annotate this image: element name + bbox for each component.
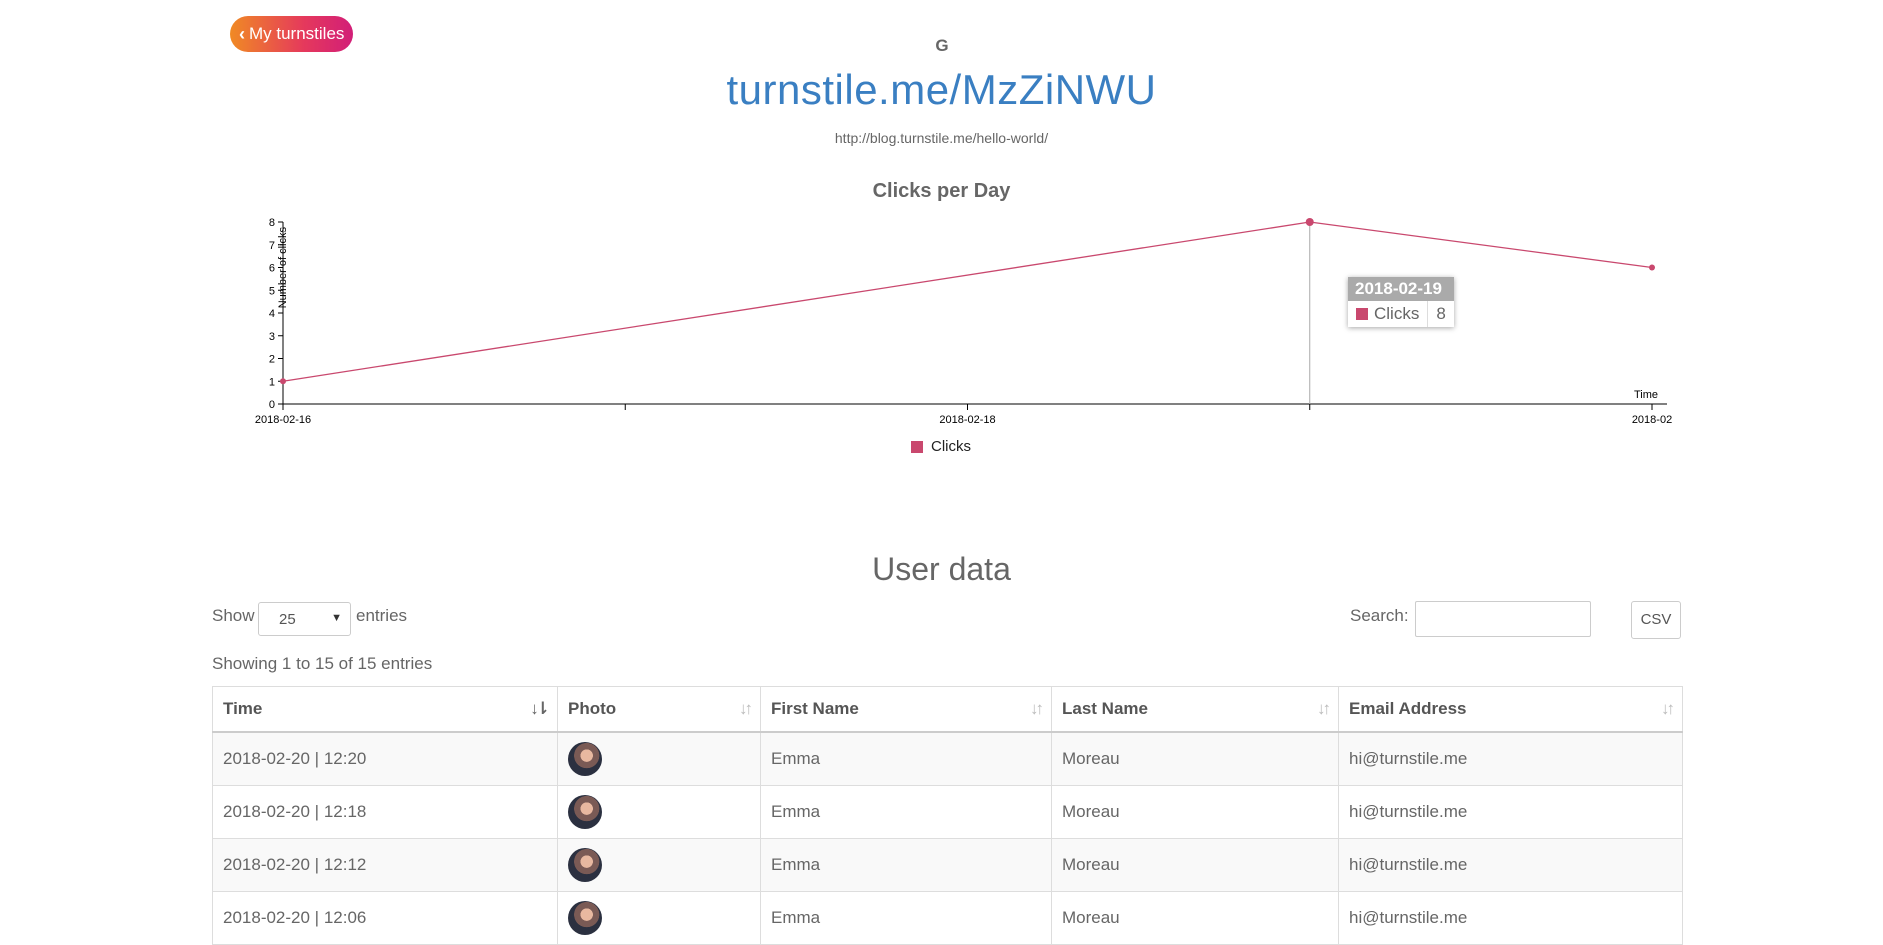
clicks-chart: 012345678Number of clicks2018-02-16 2018-…	[255, 217, 1672, 426]
page-length-select[interactable]: 25 ▼	[258, 602, 351, 636]
sort-icon: ↓↑	[1317, 699, 1331, 718]
y-tick-label: 3	[269, 331, 275, 343]
x-tick-label: 2018-02-18	[939, 414, 995, 426]
column-header-last-name[interactable]: Last Name ↓↑	[1051, 686, 1339, 733]
column-header-time[interactable]: Time ↓⇂	[212, 686, 558, 733]
legend-swatch	[911, 440, 923, 453]
avatar	[568, 795, 602, 829]
x-tick-label: 2018-02-16	[255, 414, 311, 426]
table-row: 2018-02-20 | 12:18 Emma Moreau hi@turnst…	[212, 785, 1683, 839]
short-link[interactable]: turnstile.me/MzZiNWU	[0, 66, 1883, 114]
cell-email: hi@turnstile.me	[1338, 838, 1683, 892]
my-turnstiles-label: My turnstiles	[249, 24, 345, 43]
table-row: 2018-02-20 | 12:20 Emma Moreau hi@turnst…	[212, 732, 1683, 786]
cell-first-name: Emma	[760, 785, 1052, 839]
table-row: 2018-02-20 | 12:06 Emma Moreau hi@turnst…	[212, 891, 1683, 945]
column-header-email[interactable]: Email Address ↓↑	[1338, 686, 1683, 733]
cell-photo	[557, 838, 761, 892]
cell-photo	[557, 732, 761, 786]
sort-desc-icon: ↓⇂	[530, 699, 550, 718]
tooltip-series-name: Clicks	[1374, 304, 1420, 323]
y-tick-label: 5	[269, 285, 275, 297]
cell-last-name: Moreau	[1051, 732, 1339, 786]
table-row: 2018-02-20 | 12:12 Emma Moreau hi@turnst…	[212, 838, 1683, 892]
cell-first-name: Emma	[760, 891, 1052, 945]
avatar	[568, 742, 602, 776]
x-axis-label: Time	[1634, 389, 1658, 401]
cell-email: hi@turnstile.me	[1338, 891, 1683, 945]
y-tick-label: 2	[269, 354, 275, 366]
tooltip-date: 2018-02-19	[1348, 277, 1454, 301]
avatar	[568, 848, 602, 882]
data-point	[280, 378, 286, 385]
tooltip-value: 8	[1436, 304, 1446, 323]
cell-last-name: Moreau	[1051, 785, 1339, 839]
cell-last-name: Moreau	[1051, 891, 1339, 945]
chevron-left-icon: ‹	[239, 24, 245, 44]
cell-time: 2018-02-20 | 12:12	[212, 838, 558, 892]
data-point	[1649, 264, 1655, 271]
cell-first-name: Emma	[760, 732, 1052, 786]
column-header-first-name[interactable]: First Name ↓↑	[760, 686, 1052, 733]
entries-label: entries	[356, 606, 408, 625]
data-point	[1305, 218, 1314, 226]
legend-label: Clicks	[931, 438, 971, 455]
sort-icon: ↓↑	[739, 699, 753, 718]
column-header-photo[interactable]: Photo ↓↑	[557, 686, 761, 733]
x-tick-label: 2018-02	[1632, 414, 1672, 426]
y-tick-label: 4	[269, 308, 275, 320]
page-length-value: 25	[279, 611, 296, 628]
y-axis-label: Number of clicks	[277, 227, 289, 309]
cell-first-name: Emma	[760, 838, 1052, 892]
y-tick-label: 0	[269, 399, 275, 411]
y-tick-label: 8	[269, 217, 275, 229]
csv-button[interactable]: CSV	[1631, 601, 1681, 639]
chart-tooltip: 2018-02-19 Clicks 8	[1348, 277, 1454, 327]
chart-legend[interactable]: Clicks	[911, 438, 971, 455]
tooltip-swatch	[1356, 308, 1368, 320]
cell-time: 2018-02-20 | 12:06	[212, 891, 558, 945]
long-url: http://blog.turnstile.me/hello-world/	[834, 130, 1049, 146]
cell-time: 2018-02-20 | 12:20	[212, 732, 558, 786]
sort-icon: ↓↑	[1030, 699, 1044, 718]
show-label: Show	[212, 606, 255, 625]
y-tick-label: 1	[269, 376, 275, 388]
cell-email: hi@turnstile.me	[1338, 785, 1683, 839]
user-data-table: Time ↓⇂ Photo ↓↑ First Name ↓↑ Last Name…	[212, 686, 1683, 945]
cell-photo	[557, 785, 761, 839]
y-tick-label: 7	[269, 240, 275, 252]
search-input[interactable]	[1415, 601, 1591, 637]
cell-time: 2018-02-20 | 12:18	[212, 785, 558, 839]
user-data-title: User data	[872, 551, 1011, 587]
search-label: Search:	[1350, 606, 1409, 625]
table-info: Showing 1 to 15 of 15 entries	[212, 654, 433, 673]
y-tick-label: 6	[269, 263, 275, 275]
google-icon: G	[935, 36, 949, 55]
cell-email: hi@turnstile.me	[1338, 732, 1683, 786]
cell-photo	[557, 891, 761, 945]
avatar	[568, 901, 602, 935]
cell-last-name: Moreau	[1051, 838, 1339, 892]
my-turnstiles-button[interactable]: ‹ My turnstiles	[230, 16, 354, 52]
caret-down-icon: ▼	[331, 612, 342, 624]
sort-icon: ↓↑	[1661, 699, 1675, 718]
